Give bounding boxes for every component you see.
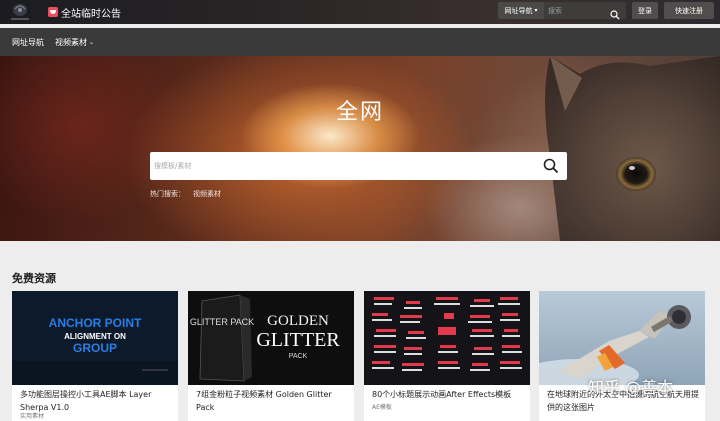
nav-item-label: 网址导航 xyxy=(12,37,44,47)
nav-select-label: 网址导航 xyxy=(504,6,533,15)
card-thumbnail[interactable]: GLITTER PACK GOLDEN GLITTER PACK xyxy=(188,291,354,385)
hot-search-label: 热门搜索： xyxy=(150,190,185,198)
search-icon[interactable] xyxy=(610,5,620,20)
thumb-text: GOLDEN xyxy=(267,313,329,329)
nav-select[interactable]: 网址导航 ▾ xyxy=(498,2,544,19)
hero-banner: 全网 热门搜索： 视频素材 xyxy=(0,56,720,241)
thumb-text: GLITTER xyxy=(256,329,340,351)
thumb-text: ALIGNMENT ON xyxy=(64,332,126,341)
header-search-input[interactable] xyxy=(548,6,608,15)
cat-image xyxy=(545,56,720,241)
card-title[interactable]: 7组金粉粒子视频素材 Golden Glitter Pack xyxy=(196,388,348,414)
section-title: 免费资源 xyxy=(12,272,56,285)
resource-card[interactable]: GLITTER PACK GOLDEN GLITTER PACK 7组金粉粒子视… xyxy=(188,291,354,421)
thumb-text: PACK xyxy=(289,353,308,360)
card-tag[interactable]: 实用素材 xyxy=(20,411,44,420)
hot-search-link[interactable]: 视频素材 xyxy=(193,189,221,199)
site-logo[interactable] xyxy=(7,2,33,22)
chevron-down-icon: ⌄ xyxy=(89,38,95,46)
top-bar: 全站临时公告 网址导航 ▾ 登录 快速注册 xyxy=(0,0,720,24)
header-search xyxy=(544,2,626,20)
notice-link[interactable]: 全站临时公告 xyxy=(48,4,121,20)
login-button[interactable]: 登录 xyxy=(632,2,658,19)
resource-card[interactable]: 80个小标题展示动画After Effects模板 AE模板 xyxy=(364,291,530,421)
nav-item-sites[interactable]: 网址导航 xyxy=(12,37,44,48)
search-icon[interactable] xyxy=(543,158,559,174)
resource-cards: ANCHOR POINT ALIGNMENT ON GROUP 多功能图层操控小… xyxy=(12,291,720,421)
nav-item-video[interactable]: 视频素材 ⌄ xyxy=(55,37,94,48)
secondary-nav: 网址导航 视频素材 ⌄ xyxy=(0,28,720,56)
thumb-text: ANCHOR POINT xyxy=(49,316,142,330)
chevron-down-icon: ▾ xyxy=(534,7,538,14)
nav-item-label: 视频素材 xyxy=(55,37,87,47)
watermark: 知乎 @善本 xyxy=(588,378,674,397)
hero-search xyxy=(150,152,567,180)
hot-searches: 热门搜索： 视频素材 xyxy=(150,189,221,199)
hero-title: 全网 xyxy=(335,100,384,125)
resource-card[interactable]: ANCHOR POINT ALIGNMENT ON GROUP 多功能图层操控小… xyxy=(12,291,178,421)
bell-icon xyxy=(48,7,58,17)
box-text: GLITTER PACK xyxy=(190,317,254,327)
resource-card[interactable]: 在地球附近的外太空中拍摄的航空航天用提供的这张图片 xyxy=(539,291,705,421)
card-thumbnail[interactable]: ANCHOR POINT ALIGNMENT ON GROUP xyxy=(12,291,178,385)
card-thumbnail[interactable] xyxy=(539,291,705,385)
card-title[interactable]: 80个小标题展示动画After Effects模板 xyxy=(372,388,524,401)
hero-search-input[interactable] xyxy=(154,152,514,180)
register-button[interactable]: 快速注册 xyxy=(664,2,714,19)
card-tag[interactable]: AE模板 xyxy=(372,402,392,411)
notice-label: 全站临时公告 xyxy=(61,8,121,20)
card-thumbnail[interactable] xyxy=(364,291,530,385)
thumb-text: GROUP xyxy=(73,341,117,355)
